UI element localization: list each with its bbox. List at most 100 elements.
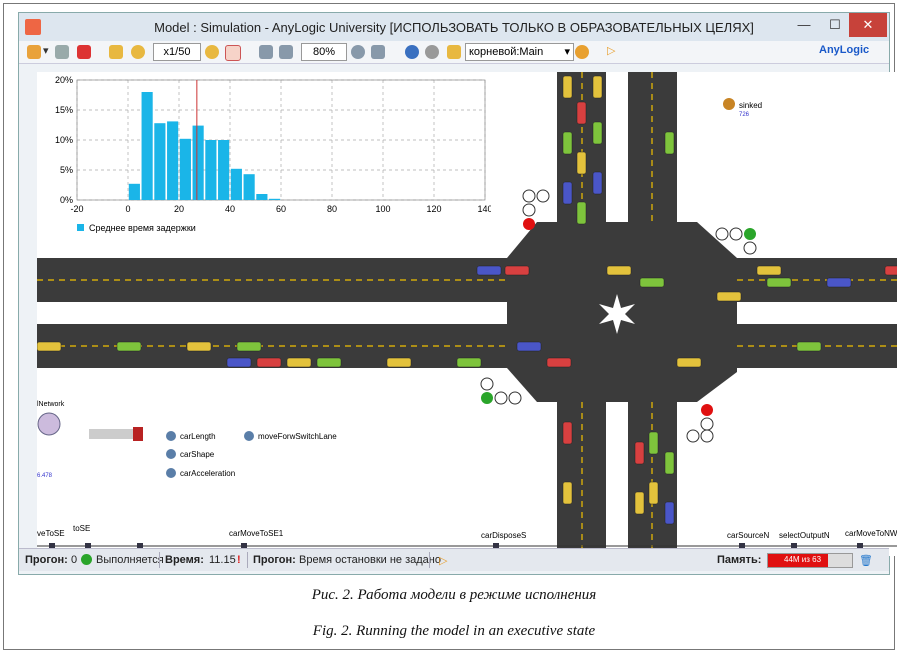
navigate-icon[interactable] bbox=[405, 45, 419, 59]
car bbox=[226, 357, 252, 368]
function-icon bbox=[166, 449, 176, 459]
y-tick-label: 20% bbox=[55, 75, 73, 85]
function-icon bbox=[244, 431, 254, 441]
maximize-button[interactable]: ☐ bbox=[820, 13, 850, 37]
run-dropdown-icon[interactable]: ▾ bbox=[43, 44, 49, 60]
car bbox=[716, 291, 742, 302]
home-view-icon[interactable] bbox=[259, 45, 273, 59]
toolbar: ▾ x1/50 80% корневой:Main ▾ ▷ AnyLogic bbox=[19, 41, 889, 64]
app-window: Model : Simulation - AnyLogic University… bbox=[18, 12, 897, 575]
histogram-bar bbox=[256, 194, 268, 200]
car bbox=[796, 341, 822, 352]
realtime-icon[interactable] bbox=[205, 45, 219, 59]
status-bar: Прогон: 0 Выполняется Время: 11.15 ! Про… bbox=[19, 548, 889, 571]
run-label: Прогон: bbox=[25, 554, 68, 566]
play-outline-icon[interactable]: ▷ bbox=[439, 554, 447, 567]
flowchart-block-label[interactable]: selectOutputN bbox=[779, 531, 830, 540]
y-tick-label: 15% bbox=[55, 105, 73, 115]
locate-icon[interactable] bbox=[575, 45, 589, 59]
function-label[interactable]: carShape bbox=[180, 450, 215, 459]
x-tick-label: 60 bbox=[276, 204, 286, 214]
y-tick-label: 10% bbox=[55, 135, 73, 145]
minimize-button[interactable]: — bbox=[789, 13, 819, 37]
histogram-bar bbox=[230, 168, 242, 200]
car bbox=[592, 171, 603, 195]
fit-icon[interactable] bbox=[371, 45, 385, 59]
flowchart-block-label[interactable]: carDisposeS bbox=[481, 531, 526, 540]
agent-select[interactable]: корневой:Main ▾ bbox=[465, 43, 574, 61]
car bbox=[639, 277, 665, 288]
memory-value: 44M из 63 bbox=[784, 555, 822, 564]
car bbox=[562, 481, 573, 505]
window-title: Model : Simulation - AnyLogic University… bbox=[154, 20, 754, 35]
car bbox=[504, 265, 530, 276]
car bbox=[562, 421, 573, 445]
car bbox=[648, 481, 659, 505]
car bbox=[648, 431, 659, 455]
car bbox=[664, 451, 675, 475]
car bbox=[634, 441, 645, 465]
flowchart-block-label[interactable]: toSE bbox=[73, 524, 90, 533]
play-outline-icon[interactable]: ▷ bbox=[607, 44, 615, 60]
figure-frame: Model : Simulation - AnyLogic University… bbox=[3, 3, 897, 650]
camera-icon[interactable] bbox=[425, 45, 439, 59]
car bbox=[756, 265, 782, 276]
car bbox=[826, 277, 852, 288]
car bbox=[592, 75, 603, 99]
function-label[interactable]: carAcceleration bbox=[180, 469, 235, 478]
chevron-down-icon: ▾ bbox=[564, 46, 570, 58]
histogram-bar bbox=[128, 183, 140, 200]
sink-icon bbox=[723, 98, 735, 110]
pause-icon[interactable] bbox=[27, 45, 41, 59]
simulation-canvas[interactable]: sinked 726 lNetwork 6.478 carLength carSh… bbox=[37, 72, 897, 556]
delay-histogram: -20 0 20 40 60 80 100 120 140 0% 5% 10% 15% 20% Средн… bbox=[39, 74, 491, 238]
zoom-display[interactable]: 80% bbox=[301, 43, 347, 61]
traffic-light-se bbox=[686, 404, 714, 443]
car bbox=[576, 201, 587, 225]
car bbox=[664, 501, 675, 525]
back-icon[interactable] bbox=[279, 45, 293, 59]
running-icon bbox=[81, 554, 92, 565]
stop-icon[interactable] bbox=[77, 45, 91, 59]
car bbox=[562, 131, 573, 155]
car bbox=[386, 357, 412, 368]
car bbox=[562, 75, 573, 99]
car bbox=[606, 265, 632, 276]
close-button[interactable]: ✕ bbox=[849, 13, 887, 37]
car bbox=[316, 357, 342, 368]
slower-icon[interactable] bbox=[109, 45, 123, 59]
car bbox=[576, 101, 587, 125]
x-tick-label: 100 bbox=[375, 204, 390, 214]
x-tick-label: 0 bbox=[125, 204, 130, 214]
zoom-in-icon[interactable] bbox=[351, 45, 365, 59]
car bbox=[236, 341, 262, 352]
time-label: Время: bbox=[165, 554, 204, 566]
flowchart-block-label[interactable]: carMoveToNW2 bbox=[845, 529, 897, 538]
step-icon[interactable] bbox=[55, 45, 69, 59]
faster-icon[interactable] bbox=[131, 45, 145, 59]
function-label[interactable]: moveForwSwitchLane bbox=[258, 432, 337, 441]
flowchart-block-label[interactable]: carSourceN bbox=[727, 531, 769, 540]
y-tick-label: 0% bbox=[60, 195, 73, 205]
car bbox=[116, 341, 142, 352]
trash-icon[interactable]: 🗑 bbox=[859, 554, 873, 567]
agent-icon[interactable] bbox=[447, 45, 461, 59]
car bbox=[664, 131, 675, 155]
flowchart-block-label[interactable]: carMoveToSE1 bbox=[229, 529, 284, 538]
car bbox=[516, 341, 542, 352]
network-value: 6.478 bbox=[37, 473, 53, 479]
stop-value: Время остановки не задано bbox=[299, 554, 441, 566]
alert-icon: ! bbox=[237, 554, 241, 566]
function-label[interactable]: carLength bbox=[180, 432, 216, 441]
car bbox=[476, 265, 502, 276]
virtual-time-icon[interactable] bbox=[225, 45, 241, 61]
car bbox=[592, 121, 603, 145]
functions-list: carLength carShape carAcceleration moveForw… bbox=[166, 431, 337, 478]
network-label: lNetwork bbox=[37, 401, 65, 408]
speed-display: x1/50 bbox=[153, 43, 201, 61]
histogram-bar bbox=[154, 123, 166, 200]
car bbox=[676, 357, 702, 368]
flowchart-block-label[interactable]: veToSE bbox=[37, 529, 65, 538]
x-tick-label: 140 bbox=[477, 204, 491, 214]
histogram-bar bbox=[269, 198, 281, 200]
